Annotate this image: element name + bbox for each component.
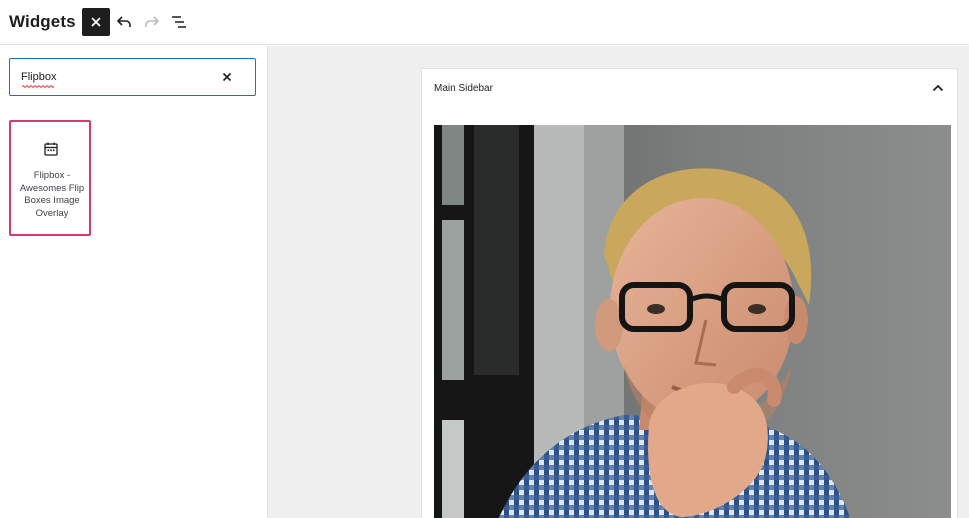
widget-area-title: Main Sidebar bbox=[434, 83, 493, 94]
undo-icon bbox=[116, 16, 131, 27]
undo-button[interactable] bbox=[111, 8, 137, 36]
image-block[interactable] bbox=[434, 125, 951, 518]
close-inserter-button[interactable] bbox=[82, 8, 110, 36]
block-result-label: Flipbox - Awesomes Flip Boxes Image Over… bbox=[19, 170, 85, 219]
widget-area-toggle-button[interactable] bbox=[929, 79, 947, 97]
widgets-canvas: Main Sidebar bbox=[268, 46, 969, 518]
redo-icon bbox=[145, 16, 160, 27]
chevron-up-icon bbox=[932, 84, 944, 92]
widget-area-main-sidebar[interactable]: Main Sidebar bbox=[421, 68, 958, 518]
close-icon bbox=[91, 17, 101, 27]
redo-button[interactable] bbox=[139, 8, 165, 36]
calendar-icon bbox=[44, 142, 58, 156]
list-view-icon bbox=[172, 16, 186, 28]
block-search[interactable] bbox=[9, 58, 256, 96]
search-input[interactable] bbox=[21, 68, 211, 86]
clear-search-button[interactable] bbox=[219, 69, 235, 85]
list-view-button[interactable] bbox=[166, 8, 192, 36]
block-inserter-panel: Flipbox - Awesomes Flip Boxes Image Over… bbox=[0, 46, 268, 518]
close-icon bbox=[222, 72, 232, 82]
spellcheck-underline bbox=[22, 85, 55, 88]
page-title: Widgets bbox=[9, 12, 76, 31]
block-result-flipbox[interactable]: Flipbox - Awesomes Flip Boxes Image Over… bbox=[9, 120, 91, 236]
editor-header: Widgets bbox=[0, 0, 969, 45]
portrait-photo bbox=[434, 125, 951, 518]
